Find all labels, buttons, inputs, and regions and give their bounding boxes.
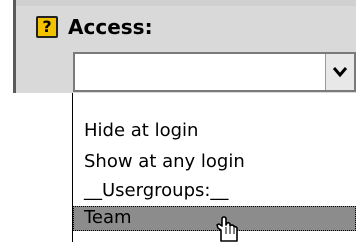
select-dropdown-button[interactable] xyxy=(325,54,354,90)
page-background xyxy=(0,0,13,242)
option-usergroups-header: __Usergroups:__ xyxy=(84,180,229,201)
header-top-strip xyxy=(16,0,356,6)
option-empty[interactable] xyxy=(73,96,356,118)
option-show-at-any-login[interactable]: Show at any login xyxy=(84,150,245,174)
option-hide-at-login[interactable]: Hide at login xyxy=(84,119,198,143)
access-label: Access: xyxy=(68,15,153,39)
option-team[interactable]: Team xyxy=(84,206,132,230)
chevron-down-icon xyxy=(332,67,348,78)
field-header xyxy=(16,0,356,49)
access-select[interactable] xyxy=(73,52,356,92)
help-icon[interactable]: ? xyxy=(36,16,58,38)
